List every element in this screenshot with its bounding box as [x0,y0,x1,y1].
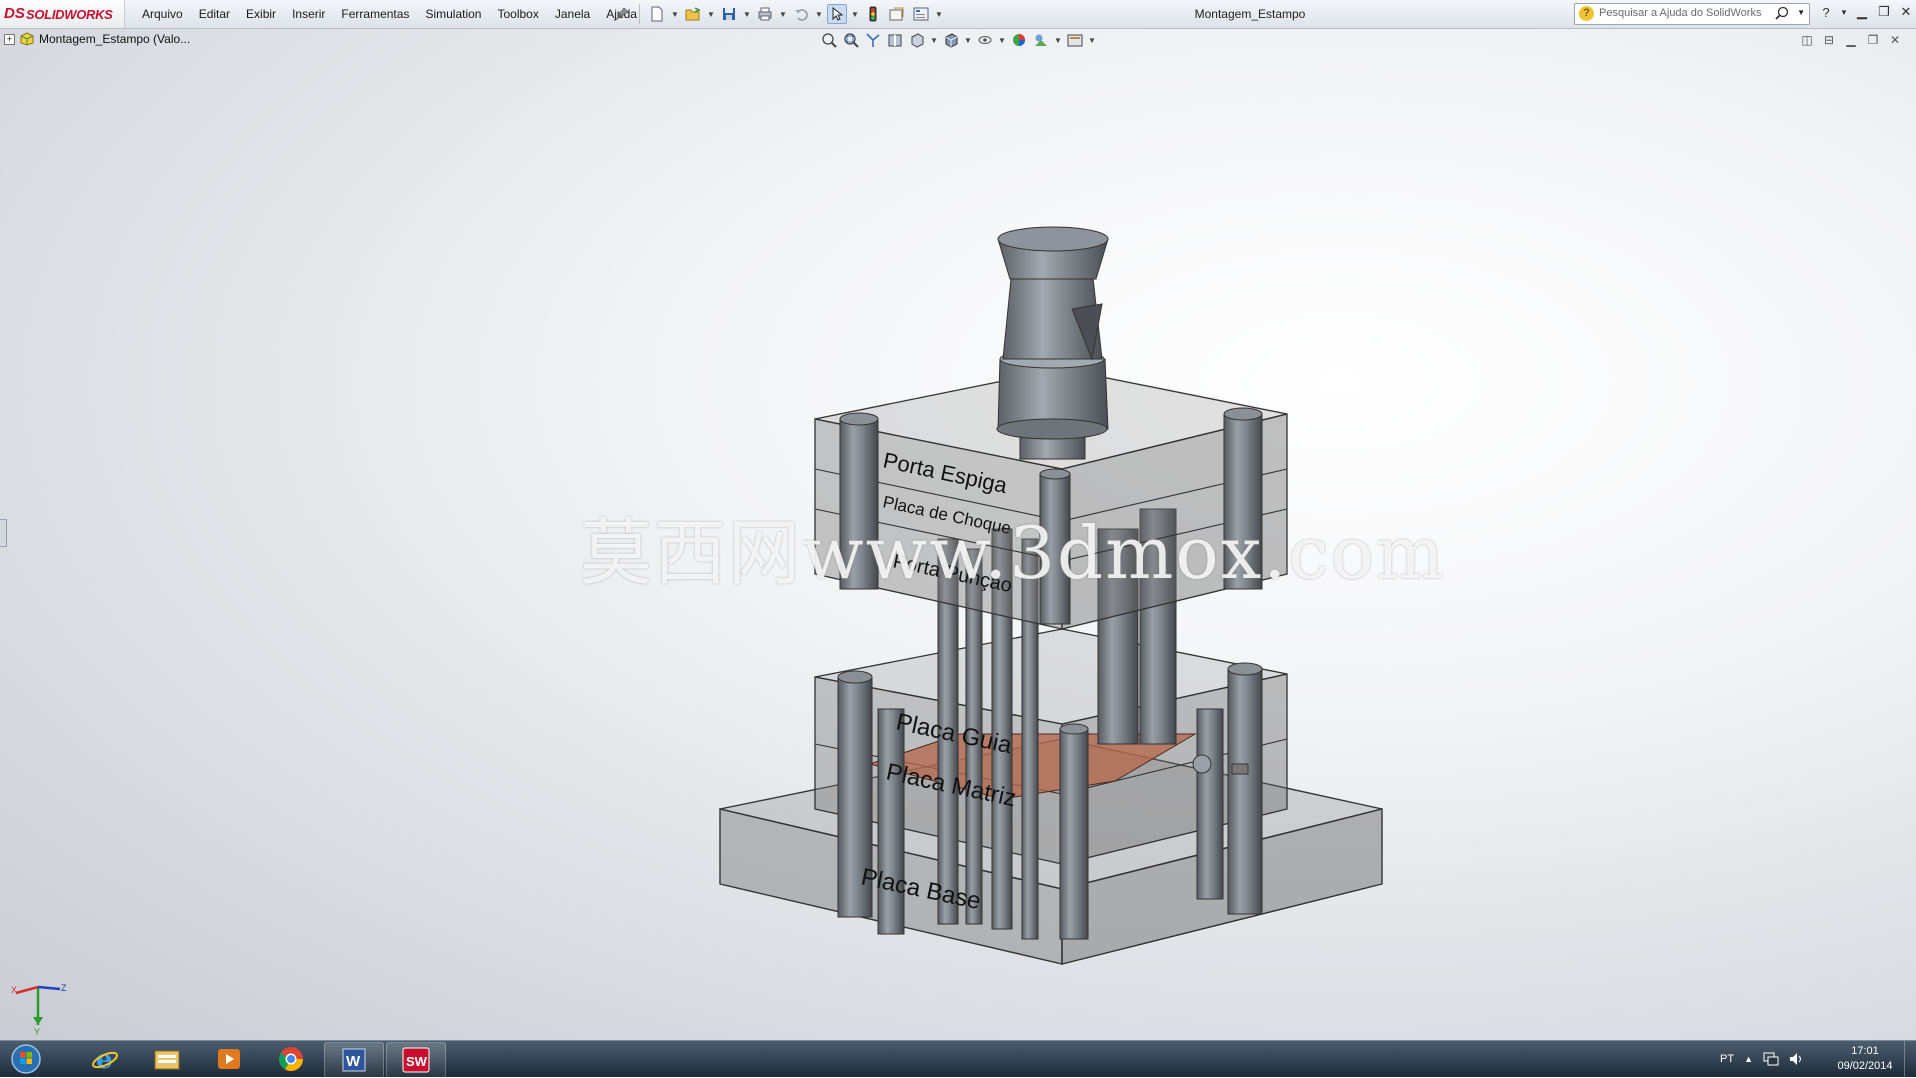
save-dropdown-icon[interactable]: ▼ [743,10,751,19]
clock-time: 17:01 [1851,1045,1879,1057]
media-player-icon [218,1049,240,1069]
windows-taskbar: e W SW PT ▲ 17:01 09/02/2014 [0,1040,1916,1078]
options-dropdown-icon[interactable]: ▼ [935,10,943,19]
svg-text:W: W [346,1053,361,1070]
app-name: SOLIDWORKS [26,7,113,22]
taskbar-file-explorer[interactable] [138,1042,196,1076]
window-controls: ? ▼ ▁ ❐ ✕ [1818,4,1914,20]
taskbar-internet-explorer[interactable]: e [76,1042,134,1076]
ds-logo-mark: DS [4,5,25,22]
menu-bar: Arquivo Editar Exibir Inserir Ferramenta… [134,0,645,28]
select-dropdown-icon[interactable]: ▼ [851,10,859,19]
word-icon: W [342,1048,366,1072]
restore-icon[interactable]: ❐ [1876,4,1892,20]
volume-icon[interactable] [1789,1052,1805,1066]
new-dropdown-icon[interactable]: ▼ [671,10,679,19]
taskbar-media-player[interactable] [200,1042,258,1076]
clock-date: 09/02/2014 [1837,1060,1893,1072]
minimize-icon[interactable]: ▁ [1854,4,1870,20]
help-question-icon: ? [1579,6,1594,21]
undo-dropdown-icon[interactable]: ▼ [815,10,823,19]
search-placeholder: Pesquisar a Ajuda do SolidWorks [1599,7,1762,19]
chrome-icon [278,1047,303,1072]
document-title: Montagem_Estampo [1194,7,1306,21]
title-bar: DS SOLIDWORKS Arquivo Editar Exibir Inse… [0,0,1916,29]
select-arrow-icon[interactable] [827,4,847,24]
svg-text:SW: SW [406,1054,428,1069]
menu-inserir[interactable]: Inserir [284,0,333,28]
solidworks-icon: SW [402,1047,430,1073]
help-search-box[interactable]: ? Pesquisar a Ajuda do SolidWorks ▼ [1574,3,1810,25]
system-tray: PT ▲ [1720,1041,1805,1077]
menu-ferramentas[interactable]: Ferramentas [333,0,417,28]
network-icon[interactable] [1763,1052,1779,1066]
open-dropdown-icon[interactable]: ▼ [707,10,715,19]
close-icon[interactable]: ✕ [1898,4,1914,20]
solidworks-logo[interactable]: DS SOLIDWORKS [0,0,125,28]
taskbar-clock[interactable]: 17:01 09/02/2014 [1830,1044,1900,1074]
triad-x-label: X [11,985,17,995]
pin-menu-icon[interactable] [612,4,632,24]
file-explorer-icon [154,1050,180,1070]
language-indicator[interactable]: PT [1720,1053,1734,1065]
watermark-text: 莫西网www.3dmox.com [580,511,1447,595]
graphics-area[interactable]: + Montagem_Estampo (Valo... ▼ ▼ ▼ ▼ ▼ ◫ … [0,29,1916,1040]
menu-exibir[interactable]: Exibir [238,0,284,28]
undo-icon[interactable] [791,4,811,24]
help-dropdown-icon[interactable]: ▼ [1840,8,1848,17]
menu-toolbox[interactable]: Toolbox [489,0,546,28]
show-hidden-icons-icon[interactable]: ▲ [1744,1054,1753,1064]
search-icon[interactable] [1775,6,1789,23]
internet-explorer-icon: e [92,1045,118,1073]
print-icon[interactable] [755,4,775,24]
start-button[interactable] [4,1042,48,1076]
help-icon[interactable]: ? [1818,5,1834,20]
search-dropdown-icon[interactable]: ▼ [1797,8,1805,17]
open-folder-icon[interactable] [683,4,703,24]
menu-simulation[interactable]: Simulation [417,0,489,28]
toolbar-separator [639,4,640,24]
triad-y-label: Y [34,1027,40,1037]
standard-toolbar: ▼ ▼ ▼ ▼ ▼ ▼ ▼ [612,3,943,25]
rebuild-traffic-light-icon[interactable] [863,4,883,24]
file-properties-icon[interactable] [887,4,907,24]
taskbar-word[interactable]: W [324,1042,384,1078]
menu-arquivo[interactable]: Arquivo [134,0,191,28]
print-dropdown-icon[interactable]: ▼ [779,10,787,19]
new-document-icon[interactable] [647,4,667,24]
options-icon[interactable] [911,4,931,24]
taskbar-chrome[interactable] [262,1042,320,1076]
save-icon[interactable] [719,4,739,24]
reference-triad-icon[interactable]: X Y Z [10,977,70,1037]
menu-janela[interactable]: Janela [547,0,598,28]
triad-z-label: Z [61,983,67,993]
start-orb-icon [11,1044,41,1074]
shank-part[interactable] [996,226,1109,460]
menu-editar[interactable]: Editar [191,0,238,28]
show-desktop-button[interactable] [1904,1041,1916,1077]
taskbar-solidworks[interactable]: SW [386,1042,446,1078]
